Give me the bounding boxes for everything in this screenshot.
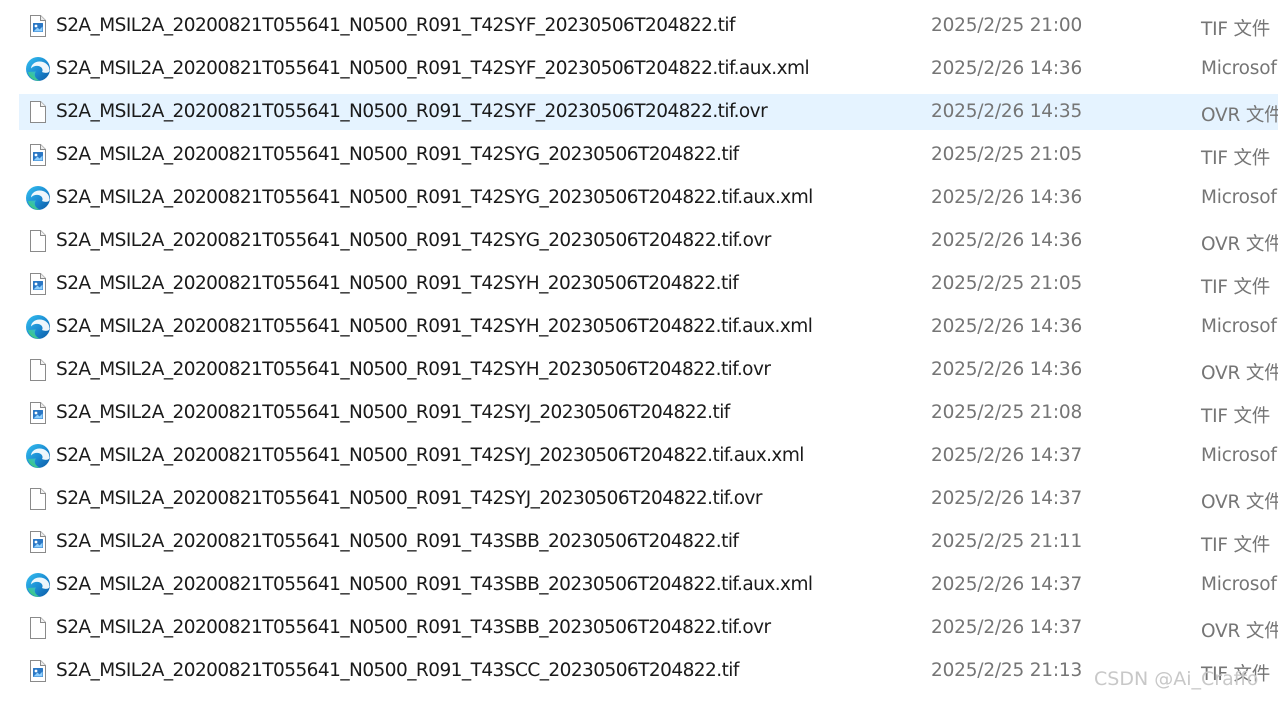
- file-row[interactable]: S2A_MSIL2A_20200821T055641_N0500_R091_T4…: [19, 94, 1278, 130]
- file-modified-date: 2025/2/26 14:37: [931, 488, 1083, 509]
- file-type: TIF 文件: [1201, 535, 1271, 556]
- file-type: TIF 文件: [1201, 277, 1271, 298]
- file-type: TIF 文件: [1201, 19, 1271, 40]
- file-modified-date: 2025/2/25 21:05: [931, 273, 1083, 294]
- file-name: S2A_MSIL2A_20200821T055641_N0500_R091_T4…: [56, 531, 739, 552]
- file-type: Microsof: [1201, 316, 1277, 337]
- blank-file-icon: [25, 486, 51, 512]
- file-row[interactable]: S2A_MSIL2A_20200821T055641_N0500_R091_T4…: [19, 481, 1278, 517]
- file-name: S2A_MSIL2A_20200821T055641_N0500_R091_T4…: [56, 144, 739, 165]
- file-row[interactable]: S2A_MSIL2A_20200821T055641_N0500_R091_T4…: [19, 180, 1278, 216]
- file-row[interactable]: S2A_MSIL2A_20200821T055641_N0500_R091_T4…: [19, 567, 1278, 603]
- watermark: CSDN @Ai_Craffo: [1094, 668, 1259, 690]
- file-type: OVR 文件: [1201, 105, 1278, 126]
- file-type: OVR 文件: [1201, 234, 1278, 255]
- file-row[interactable]: S2A_MSIL2A_20200821T055641_N0500_R091_T4…: [19, 8, 1278, 44]
- file-type: OVR 文件: [1201, 621, 1278, 642]
- file-name: S2A_MSIL2A_20200821T055641_N0500_R091_T4…: [56, 187, 813, 208]
- file-modified-date: 2025/2/26 14:37: [931, 617, 1083, 638]
- file-type: TIF 文件: [1201, 406, 1271, 427]
- tif-image-icon: [25, 142, 51, 168]
- file-modified-date: 2025/2/26 14:36: [931, 359, 1083, 380]
- file-modified-date: 2025/2/25 21:00: [931, 15, 1083, 36]
- file-modified-date: 2025/2/25 21:08: [931, 402, 1083, 423]
- file-name: S2A_MSIL2A_20200821T055641_N0500_R091_T4…: [56, 58, 810, 79]
- file-row[interactable]: S2A_MSIL2A_20200821T055641_N0500_R091_T4…: [19, 352, 1278, 388]
- file-modified-date: 2025/2/26 14:35: [931, 101, 1083, 122]
- file-row[interactable]: S2A_MSIL2A_20200821T055641_N0500_R091_T4…: [19, 137, 1278, 173]
- file-name: S2A_MSIL2A_20200821T055641_N0500_R091_T4…: [56, 230, 771, 251]
- file-name: S2A_MSIL2A_20200821T055641_N0500_R091_T4…: [56, 617, 771, 638]
- file-row[interactable]: S2A_MSIL2A_20200821T055641_N0500_R091_T4…: [19, 610, 1278, 646]
- file-modified-date: 2025/2/25 21:05: [931, 144, 1083, 165]
- file-modified-date: 2025/2/25 21:11: [931, 531, 1083, 552]
- file-modified-date: 2025/2/26 14:37: [931, 445, 1083, 466]
- file-row[interactable]: S2A_MSIL2A_20200821T055641_N0500_R091_T4…: [19, 309, 1278, 345]
- file-name: S2A_MSIL2A_20200821T055641_N0500_R091_T4…: [56, 15, 735, 36]
- file-row[interactable]: S2A_MSIL2A_20200821T055641_N0500_R091_T4…: [19, 653, 1278, 689]
- file-modified-date: 2025/2/26 14:36: [931, 316, 1083, 337]
- file-row[interactable]: S2A_MSIL2A_20200821T055641_N0500_R091_T4…: [19, 524, 1278, 560]
- file-type: Microsof: [1201, 445, 1277, 466]
- file-name: S2A_MSIL2A_20200821T055641_N0500_R091_T4…: [56, 660, 739, 681]
- tif-image-icon: [25, 529, 51, 555]
- edge-browser-icon: [25, 56, 51, 82]
- file-modified-date: 2025/2/26 14:36: [931, 58, 1083, 79]
- blank-file-icon: [25, 357, 51, 383]
- blank-file-icon: [25, 228, 51, 254]
- file-name: S2A_MSIL2A_20200821T055641_N0500_R091_T4…: [56, 488, 763, 509]
- file-name: S2A_MSIL2A_20200821T055641_N0500_R091_T4…: [56, 574, 813, 595]
- file-modified-date: 2025/2/25 21:13: [931, 660, 1083, 681]
- file-row[interactable]: S2A_MSIL2A_20200821T055641_N0500_R091_T4…: [19, 395, 1278, 431]
- file-type: OVR 文件: [1201, 363, 1278, 384]
- file-modified-date: 2025/2/26 14:37: [931, 574, 1083, 595]
- tif-image-icon: [25, 13, 51, 39]
- file-type: Microsof: [1201, 58, 1277, 79]
- file-row[interactable]: S2A_MSIL2A_20200821T055641_N0500_R091_T4…: [19, 438, 1278, 474]
- file-row[interactable]: S2A_MSIL2A_20200821T055641_N0500_R091_T4…: [19, 266, 1278, 302]
- blank-file-icon: [25, 99, 51, 125]
- file-name: S2A_MSIL2A_20200821T055641_N0500_R091_T4…: [56, 445, 804, 466]
- tif-image-icon: [25, 271, 51, 297]
- edge-browser-icon: [25, 443, 51, 469]
- file-name: S2A_MSIL2A_20200821T055641_N0500_R091_T4…: [56, 402, 730, 423]
- file-type: Microsof: [1201, 574, 1277, 595]
- file-name: S2A_MSIL2A_20200821T055641_N0500_R091_T4…: [56, 359, 771, 380]
- edge-browser-icon: [25, 314, 51, 340]
- file-row[interactable]: S2A_MSIL2A_20200821T055641_N0500_R091_T4…: [19, 51, 1278, 87]
- edge-browser-icon: [25, 572, 51, 598]
- file-type: OVR 文件: [1201, 492, 1278, 513]
- edge-browser-icon: [25, 185, 51, 211]
- file-type: TIF 文件: [1201, 148, 1271, 169]
- file-name: S2A_MSIL2A_20200821T055641_N0500_R091_T4…: [56, 273, 739, 294]
- tif-image-icon: [25, 658, 51, 684]
- blank-file-icon: [25, 615, 51, 641]
- file-modified-date: 2025/2/26 14:36: [931, 230, 1083, 251]
- file-list: S2A_MSIL2A_20200821T055641_N0500_R091_T4…: [0, 0, 1278, 702]
- file-name: S2A_MSIL2A_20200821T055641_N0500_R091_T4…: [56, 316, 813, 337]
- file-type: Microsof: [1201, 187, 1277, 208]
- file-row[interactable]: S2A_MSIL2A_20200821T055641_N0500_R091_T4…: [19, 223, 1278, 259]
- file-name: S2A_MSIL2A_20200821T055641_N0500_R091_T4…: [56, 101, 768, 122]
- tif-image-icon: [25, 400, 51, 426]
- file-modified-date: 2025/2/26 14:36: [931, 187, 1083, 208]
